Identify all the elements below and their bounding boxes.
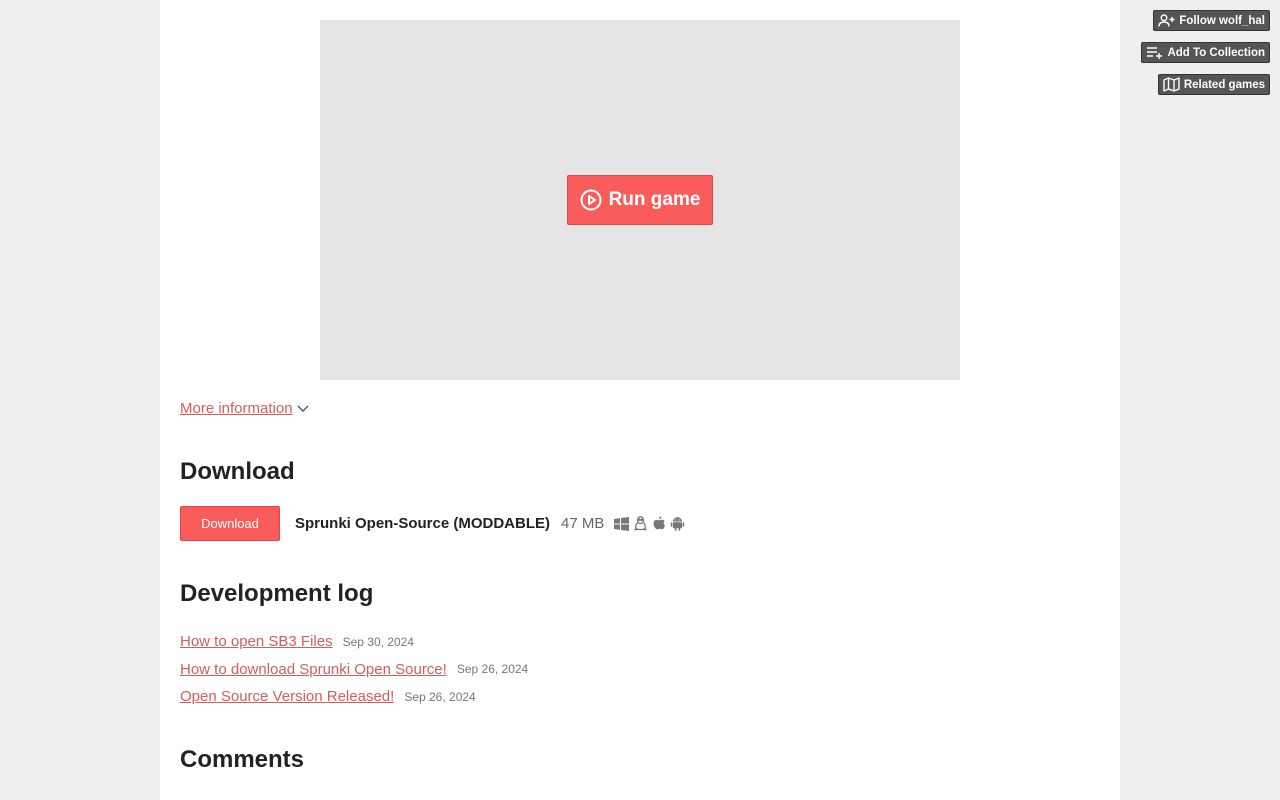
more-information-toggle[interactable]: More information — [180, 400, 309, 417]
download-heading: Download — [180, 458, 295, 485]
platform-icons — [614, 516, 685, 531]
android-icon — [670, 516, 685, 531]
devlog-post-date: Sep 26, 2024 — [404, 689, 476, 704]
chevron-down-icon — [297, 400, 309, 417]
devlog-item: How to open SB3 Files Sep 30, 2024 — [180, 628, 528, 656]
add-to-collection-button[interactable]: Add To Collection — [1141, 42, 1270, 63]
follow-label: Follow wolf_hal — [1179, 14, 1265, 27]
play-circle-icon — [580, 189, 602, 211]
devlog-post-link[interactable]: Open Source Version Released! — [180, 688, 394, 705]
devlog-post-link[interactable]: How to open SB3 Files — [180, 633, 333, 650]
devlog-list: How to open SB3 Files Sep 30, 2024 How t… — [180, 628, 528, 711]
add-user-icon — [1158, 14, 1175, 27]
devlog-item: How to download Sprunki Open Source! Sep… — [180, 656, 528, 684]
linux-icon — [633, 516, 648, 531]
devlog-post-date: Sep 26, 2024 — [456, 662, 529, 677]
file-size: 47 MB — [561, 515, 605, 532]
devlog-item: Open Source Version Released! Sep 26, 20… — [180, 683, 528, 711]
development-log-heading: Development log — [180, 580, 374, 607]
add-to-collection-label: Add To Collection — [1167, 46, 1265, 59]
playlist-add-icon — [1146, 46, 1163, 59]
file-name: Sprunki Open-Source (MODDABLE) — [295, 515, 551, 532]
related-games-label: Related games — [1183, 78, 1265, 91]
apple-icon — [652, 516, 666, 531]
map-icon — [1163, 77, 1180, 92]
related-games-button[interactable]: Related games — [1157, 74, 1270, 95]
comments-heading: Comments — [180, 746, 305, 773]
more-information-label: More information — [180, 400, 293, 417]
run-game-button[interactable]: Run game — [567, 175, 713, 225]
windows-icon — [614, 516, 630, 531]
devlog-post-date: Sep 30, 2024 — [342, 634, 414, 649]
download-item: Download Sprunki Open-Source (MODDABLE) … — [180, 506, 685, 541]
download-button[interactable]: Download — [180, 506, 280, 541]
run-game-label: Run game — [608, 189, 701, 210]
game-page-column: Run game More information Download Downl… — [160, 0, 1120, 800]
follow-button[interactable]: Follow wolf_hal — [1153, 10, 1270, 31]
devlog-post-link[interactable]: How to download Sprunki Open Source! — [180, 661, 447, 678]
game-embed-frame: Run game — [320, 20, 960, 380]
